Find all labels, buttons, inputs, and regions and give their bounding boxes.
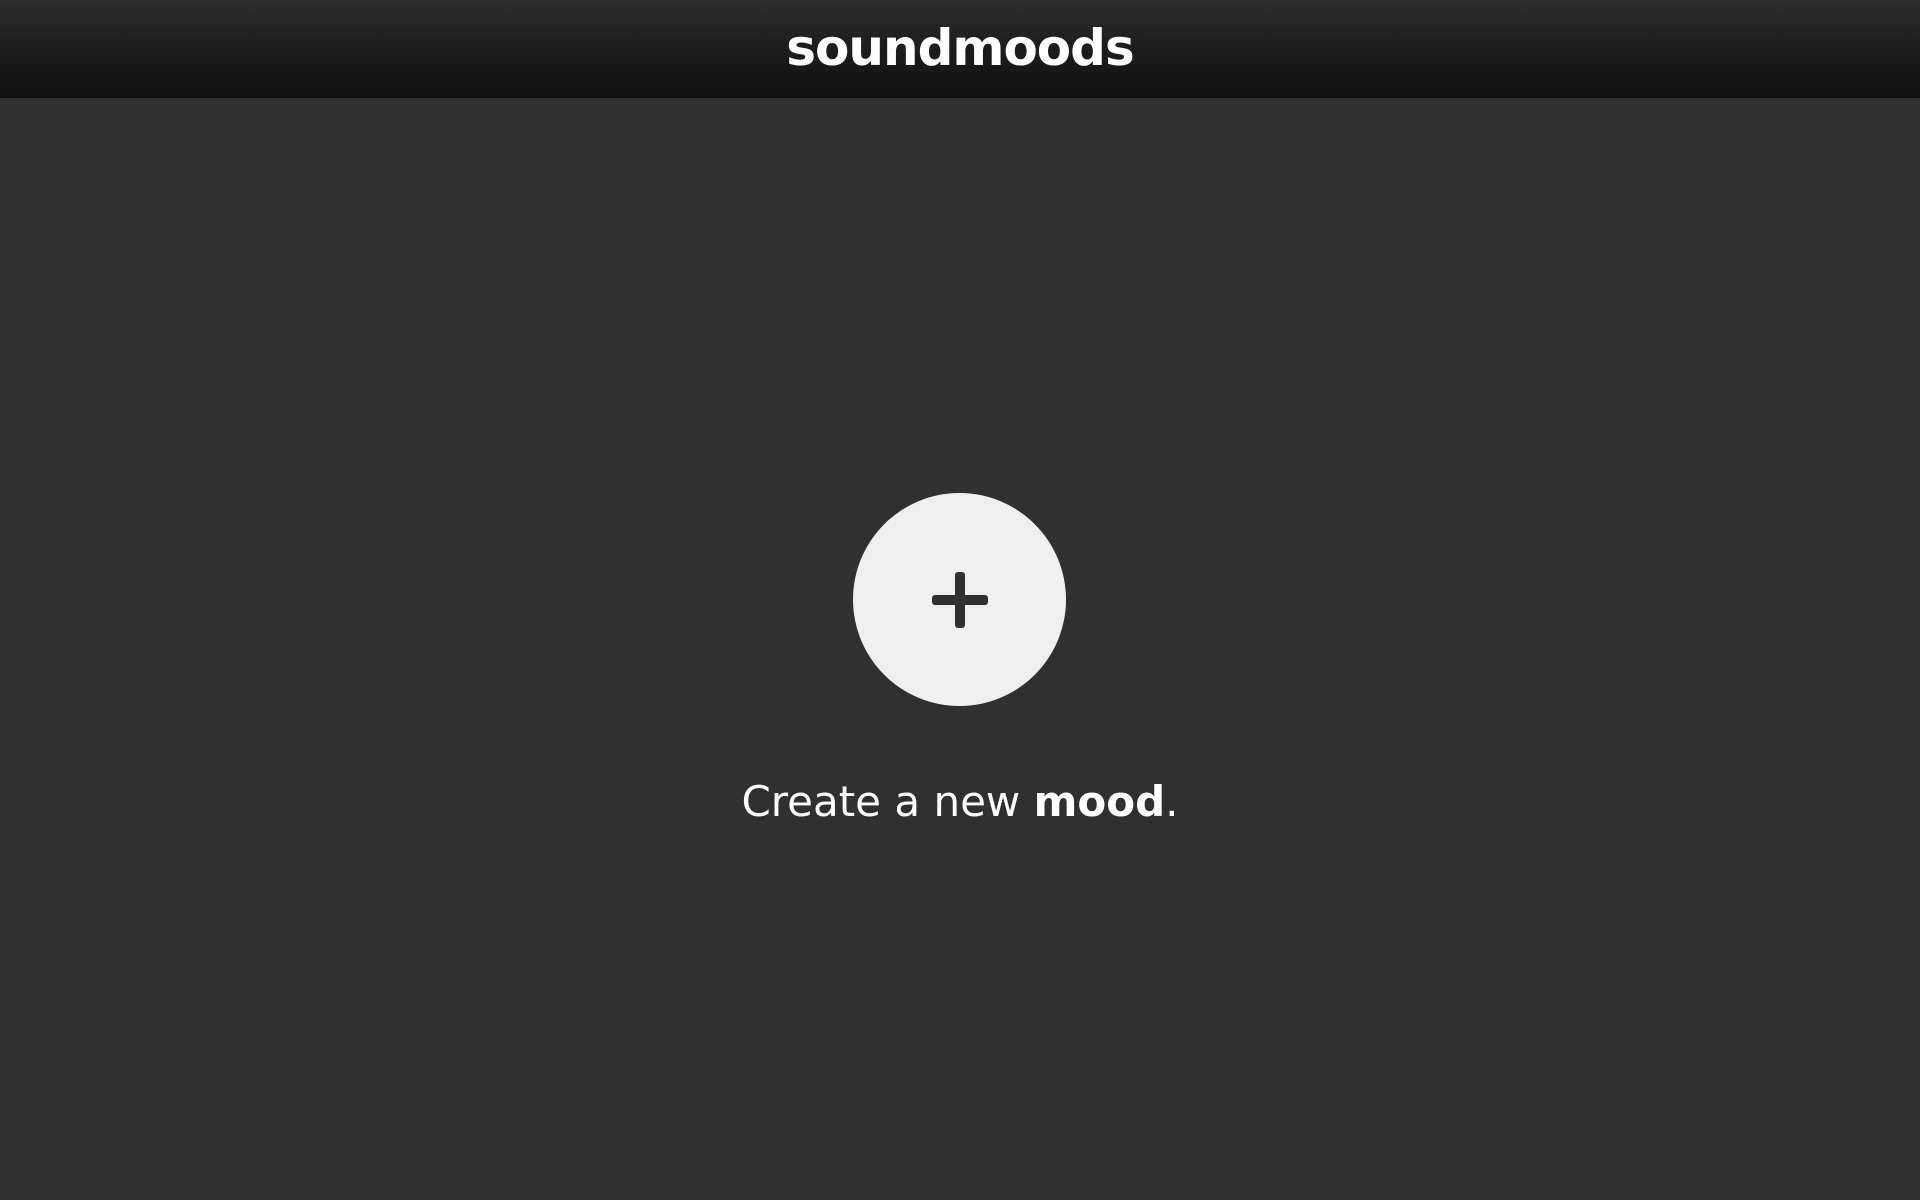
app-title: soundmoods: [786, 19, 1134, 77]
plus-icon-vertical: [955, 572, 965, 628]
create-mood-button[interactable]: [853, 493, 1066, 706]
caption-prefix: Create a new: [741, 777, 1034, 826]
top-bar: soundmoods: [0, 0, 1920, 97]
caption-emphasis: mood: [1033, 777, 1166, 826]
create-mood-caption: Create a new mood.: [0, 772, 1920, 832]
app-root: soundmoods Create a new mood.: [0, 0, 1920, 1200]
caption-suffix: .: [1165, 777, 1179, 826]
plus-icon: [932, 572, 988, 628]
